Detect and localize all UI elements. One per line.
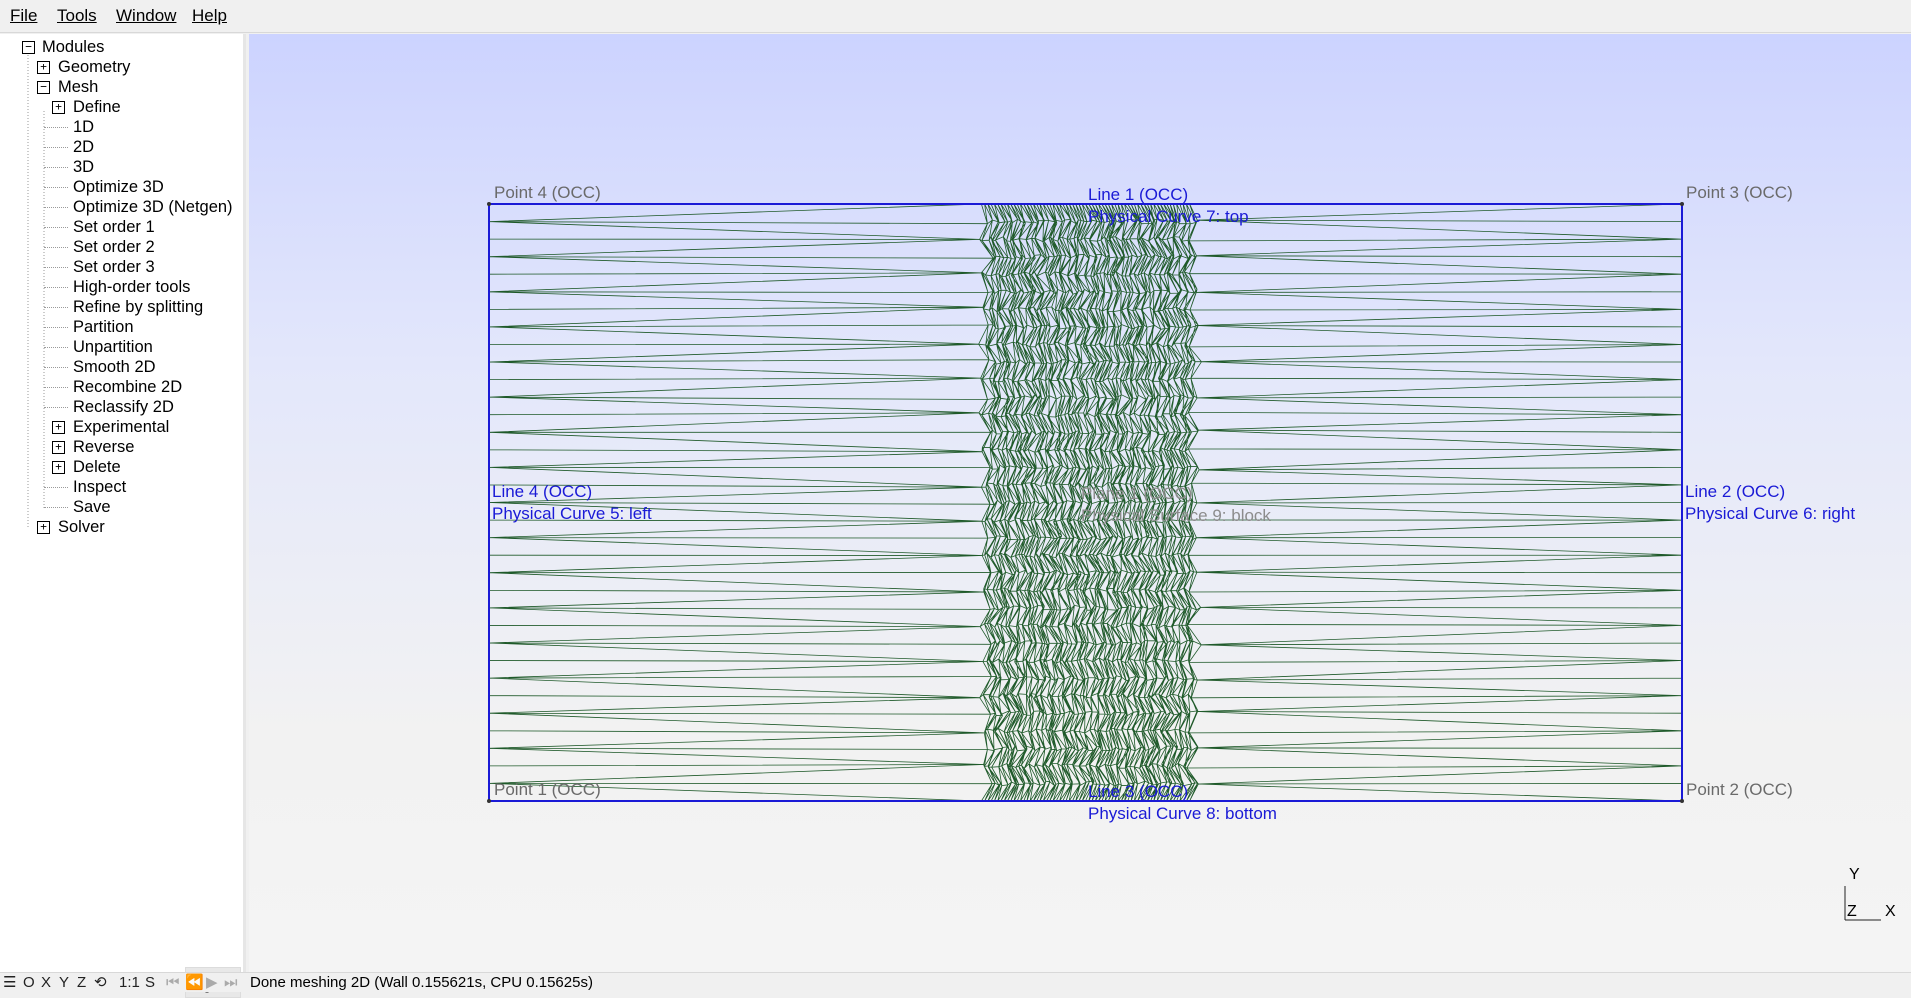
tree-item-solver[interactable]: Solver [58,517,105,537]
label-point-1: Point 1 (OCC) [494,780,601,799]
point-2-marker [1680,799,1684,803]
label-line-4: Line 4 (OCC) [492,482,593,501]
label-line-1: Line 1 (OCC) [1088,185,1189,204]
tree-item-mesh-partition[interactable]: Partition [73,317,134,337]
label-plane-1-physical: Physical Surface 9: block [1081,506,1271,525]
label-point-2: Point 2 (OCC) [1686,780,1793,799]
menu-window[interactable]: Window [116,6,176,26]
label-line-1-physical: Physical Curve 7: top [1088,207,1249,226]
label-line-2: Line 2 (OCC) [1685,482,1786,501]
tree-item-mesh-recombine-2d[interactable]: Recombine 2D [73,377,182,397]
tree-item-mesh-optimize-3d-netgen[interactable]: Optimize 3D (Netgen) [73,197,233,217]
tree-item-delete[interactable]: Delete [73,457,121,477]
scale-one-button[interactable]: 1:1 [119,973,140,992]
tree-connector [44,347,68,348]
tree-item-mesh[interactable]: Mesh [58,77,98,97]
label-line-4-physical: Physical Curve 5: left [492,504,652,523]
view-origin-button[interactable]: O [23,973,35,992]
graphics-viewport[interactable]: Point 4 (OCC) Point 3 (OCC) Point 1 (OCC… [249,34,1911,972]
tree-item-modules[interactable]: Modules [42,37,104,57]
tree-connector [44,307,68,308]
axis-y-label: Y [1849,866,1860,883]
tree-connector [44,267,68,268]
tree-item-inspect[interactable]: Inspect [73,477,126,497]
solver-toggle[interactable]: + [37,521,50,534]
tree-item-mesh-refine-by-splitting[interactable]: Refine by splitting [73,297,203,317]
menu-tools[interactable]: Tools [57,6,97,26]
tree-connector [44,387,68,388]
tree-item-reverse[interactable]: Reverse [73,437,134,457]
play-icon[interactable]: ▶ [206,973,218,992]
tree-connector [44,227,68,228]
status-message: Done meshing 2D (Wall 0.155621s, CPU 0.1… [250,974,593,991]
point-3-marker [1680,202,1684,206]
view-z-button[interactable]: Z [77,973,86,992]
delete-toggle[interactable]: + [52,461,65,474]
tree-connector [44,407,68,408]
menu-help[interactable]: Help [192,6,227,26]
label-point-4: Point 4 (OCC) [494,183,601,202]
view-x-button[interactable]: X [41,973,51,992]
previous-step-icon[interactable]: ⏪ [185,973,204,992]
label-point-3: Point 3 (OCC) [1686,183,1793,202]
tree-item-mesh-high-order-tools[interactable]: High-order tools [73,277,190,297]
rotate-icon[interactable]: ⟲ [94,973,107,992]
view-y-button[interactable]: Y [59,973,69,992]
tree-item-mesh-reclassify-2d[interactable]: Reclassify 2D [73,397,174,417]
module-tree: Modules − Geometry + Mesh − Define + 1D 2… [0,34,246,998]
label-plane-1: Plane 1 (OCC) [1081,484,1193,503]
tree-connector [44,287,68,288]
status-bar: ☰ O X Y Z ⟲ 1:1 S ⏮ ⏪ ▶ ⏭ Done meshing 2… [0,972,1911,992]
label-line-3: Line 3 (OCC) [1088,782,1189,801]
point-4-marker [487,202,491,206]
menu-toggle-button[interactable]: ☰ [3,973,16,992]
axis-x-label: X [1885,903,1896,920]
tree-item-mesh-1d[interactable]: 1D [73,117,94,137]
tree-item-experimental[interactable]: Experimental [73,417,169,437]
tree-connector [44,507,68,508]
tree-connector [44,187,68,188]
tree-item-mesh-set-order-3[interactable]: Set order 3 [73,257,155,277]
modules-toggle[interactable]: − [22,41,35,54]
tree-item-mesh-optimize-3d[interactable]: Optimize 3D [73,177,164,197]
tree-item-mesh-2d[interactable]: 2D [73,137,94,157]
menu-bar: File Tools Window Help [0,0,1911,33]
label-line-3-physical: Physical Curve 8: bottom [1088,804,1277,823]
point-1-marker [487,799,491,803]
tree-connector [44,167,68,168]
axis-z-label: Z [1847,903,1857,920]
reverse-toggle[interactable]: + [52,441,65,454]
tree-item-mesh-3d[interactable]: 3D [73,157,94,177]
first-step-icon[interactable]: ⏮ [166,973,180,992]
tree-connector [44,147,68,148]
tree-item-geometry[interactable]: Geometry [58,57,130,77]
tree-connector [44,487,68,488]
tree-item-define[interactable]: Define [73,97,121,117]
tree-connector [44,367,68,368]
snapshot-button[interactable]: S [145,973,155,992]
tree-item-mesh-set-order-1[interactable]: Set order 1 [73,217,155,237]
last-step-icon[interactable]: ⏭ [224,973,238,992]
mesh-toggle[interactable]: − [37,81,50,94]
tree-connector [44,207,68,208]
tree-connector [44,127,68,128]
define-toggle[interactable]: + [52,101,65,114]
tree-connector [44,247,68,248]
experimental-toggle[interactable]: + [52,421,65,434]
tree-item-mesh-set-order-2[interactable]: Set order 2 [73,237,155,257]
geometry-toggle[interactable]: + [37,61,50,74]
label-line-2-physical: Physical Curve 6: right [1685,504,1856,523]
tree-item-mesh-unpartition[interactable]: Unpartition [73,337,153,357]
menu-file[interactable]: File [10,6,37,26]
tree-item-save[interactable]: Save [73,497,111,517]
tree-connector [44,327,68,328]
tree-item-mesh-smooth-2d[interactable]: Smooth 2D [73,357,156,377]
